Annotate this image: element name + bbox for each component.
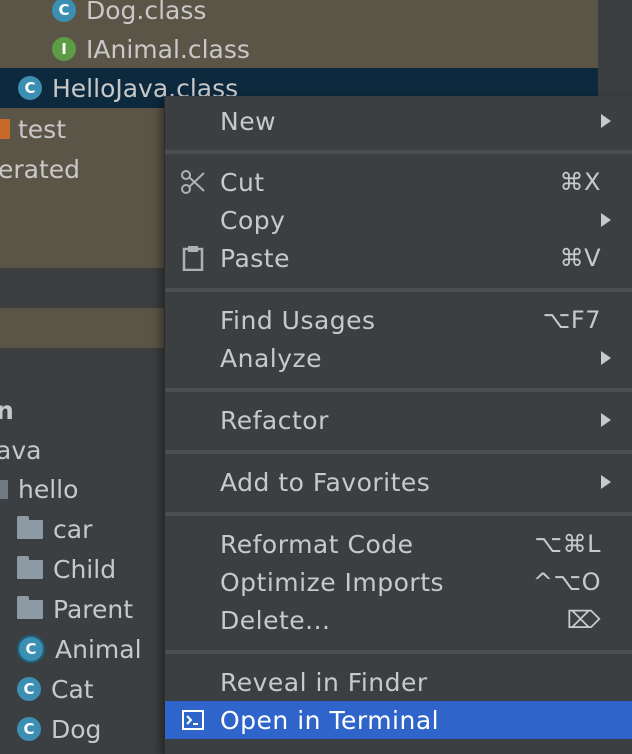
tree-item-label: Dog.class [86,0,207,25]
menu-item-shortcut: ⌥⌘L [534,530,601,558]
menu-item-label: Find Usages [220,305,376,335]
tree-item-label: ava [0,435,42,465]
menu-item-shortcut: ⌘X [559,168,601,196]
menu-item-label: Cut [220,167,265,197]
menu-separator [165,450,632,454]
tree-item-cat[interactable]: C Cat [17,669,94,709]
tree-item-car[interactable]: car [17,509,92,549]
tree-background-lower [0,308,164,348]
tree-item-label: Child [53,554,117,584]
menu-item-add-to-favorites[interactable]: Add to Favorites [165,463,632,501]
submenu-arrow-icon [601,351,611,365]
tree-item-test[interactable]: test [0,109,66,149]
menu-item-shortcut: ^⌥O [532,568,601,596]
menu-item-label: Copy [220,205,286,235]
interface-icon: I [52,37,76,61]
tree-item-label: Cat [51,674,94,704]
test-folder-icon [0,119,10,139]
menu-item-optimize-imports[interactable]: Optimize Imports ^⌥O [165,563,632,601]
menu-item-analyze[interactable]: Analyze [165,339,632,377]
menu-item-refactor[interactable]: Refactor [165,401,632,439]
package-icon [17,595,43,619]
menu-item-open-in-terminal[interactable]: Open in Terminal [165,701,632,739]
class-icon: C [17,677,41,701]
menu-separator [165,288,632,292]
tree-item-dog[interactable]: C Dog [17,709,101,749]
menu-item-label: Reformat Code [220,529,414,559]
class-icon: C [52,0,76,22]
menu-item-cut[interactable]: Cut ⌘X [165,163,632,201]
tree-item-parent[interactable]: Parent [17,589,133,629]
menu-item-shortcut: ⌘V [559,244,601,272]
tree-item-hello[interactable]: hello [0,469,78,509]
menu-item-find-usages[interactable]: Find Usages ⌥F7 [165,301,632,339]
tree-right-strip [598,0,632,68]
tree-item-label: erated [0,154,81,184]
submenu-arrow-icon [601,114,611,128]
menu-separator [165,512,632,516]
tree-item-label: Animal [55,634,142,664]
package-icon [17,515,43,539]
terminal-icon [179,706,207,734]
menu-separator [165,388,632,392]
menu-item-reformat-code[interactable]: Reformat Code ⌥⌘L [165,525,632,563]
submenu-arrow-icon [601,475,611,489]
menu-item-copy[interactable]: Copy [165,201,632,239]
menu-item-reveal-in-finder[interactable]: Reveal in Finder [165,663,632,701]
tree-item-label: hello [18,474,79,504]
tree-item-generated[interactable]: erated [0,149,80,189]
menu-item-label: Open in Terminal [220,705,440,735]
menu-separator [165,150,632,154]
menu-item-shortcut: ⌥F7 [542,306,601,334]
tree-item-label: Dog [51,714,102,744]
tree-item-child[interactable]: Child [17,549,116,589]
delete-key-icon: ⌦ [566,606,601,634]
submenu-arrow-icon [601,213,611,227]
tree-item-dog-class[interactable]: C Dog.class [52,0,206,30]
menu-separator [165,650,632,654]
tree-item-java[interactable]: ava [0,430,41,470]
tree-item-label: IAnimal.class [86,34,250,64]
menu-item-label: Refactor [220,405,329,435]
tree-item-label: car [53,514,93,544]
submenu-arrow-icon [601,413,611,427]
menu-item-delete[interactable]: Delete... ⌦ [165,601,632,639]
menu-item-label: Add to Favorites [220,467,431,497]
clipboard-icon [179,244,207,272]
tree-item-label: Parent [53,594,134,624]
scissors-icon [179,168,207,196]
tree-item-ianimal-class[interactable]: I IAnimal.class [52,29,250,69]
class-icon: C [18,76,42,100]
abstract-class-icon: C [17,635,45,663]
menu-item-paste[interactable]: Paste ⌘V [165,239,632,277]
menu-item-label: Paste [220,243,290,273]
tree-item-label: test [18,114,67,144]
tree-item-label: n [0,395,14,425]
menu-item-new[interactable]: New [165,102,632,140]
menu-item-label: New [220,106,277,136]
menu-item-label: Optimize Imports [220,567,445,597]
tree-item-main[interactable]: n [0,390,14,430]
menu-item-label: Delete... [220,605,331,635]
menu-item-label: Analyze [220,343,323,373]
context-menu: New Cut ⌘X Copy Paste ⌘V Find Usages ⌥F7… [164,96,632,754]
package-icon [0,479,8,499]
class-icon: C [17,717,41,741]
menu-item-label: Reveal in Finder [220,667,428,697]
package-icon [17,555,43,579]
tree-item-animal[interactable]: C Animal [17,629,142,669]
